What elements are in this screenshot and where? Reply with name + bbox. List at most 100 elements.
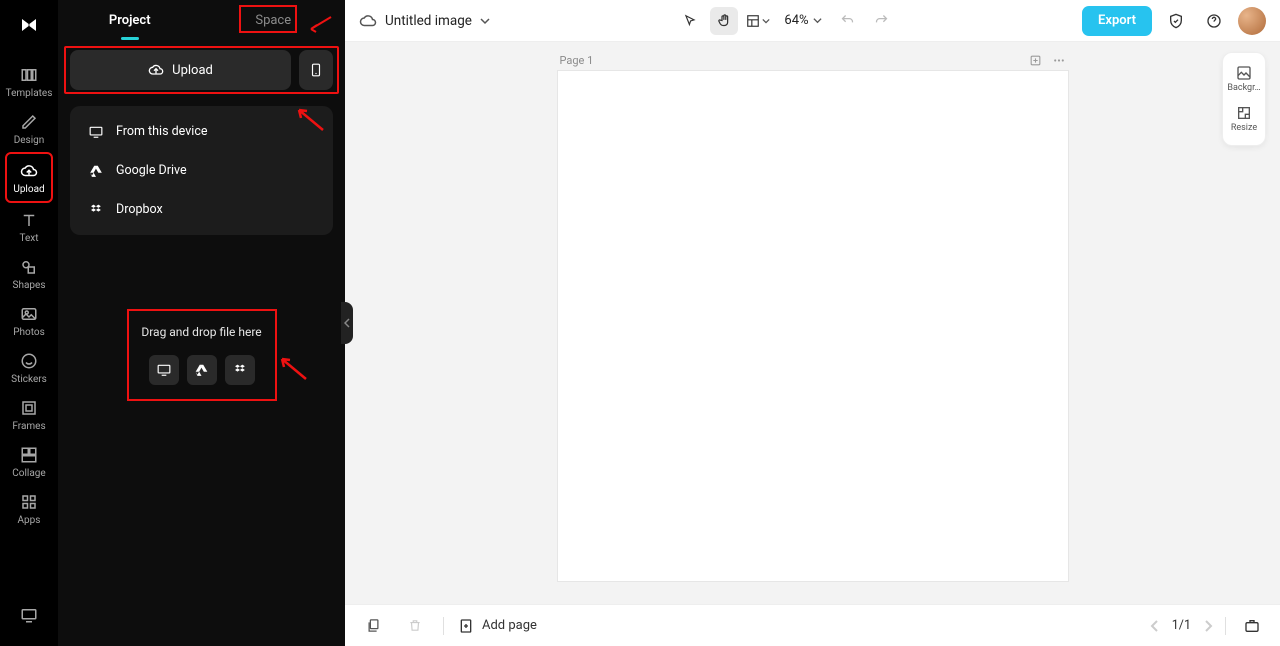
upload-button[interactable]: Upload <box>70 50 291 90</box>
shield-icon <box>1168 13 1184 29</box>
rail-stickers[interactable]: Stickers <box>5 344 53 391</box>
resize-icon <box>1236 105 1252 121</box>
google-drive-icon <box>194 363 209 377</box>
canvas-page[interactable] <box>558 71 1068 581</box>
briefcase-icon <box>1244 618 1260 634</box>
rail-label: Upload <box>13 184 44 195</box>
pages-icon <box>366 618 381 633</box>
redo-button[interactable] <box>868 7 896 35</box>
drop-zone-icons <box>129 355 275 385</box>
dropdown-label: Google Drive <box>116 163 187 178</box>
dropdown-dropbox[interactable]: Dropbox <box>70 190 333 229</box>
page-number-label: Page 1 <box>560 54 594 67</box>
app-logo[interactable] <box>14 10 44 40</box>
sparkle-icon <box>1029 54 1042 67</box>
hand-tool[interactable] <box>710 7 738 35</box>
rail-templates[interactable]: Templates <box>5 58 53 105</box>
design-icon <box>20 113 38 131</box>
shield-button[interactable] <box>1162 7 1190 35</box>
next-page-button[interactable] <box>1203 620 1213 632</box>
dropbox-icon <box>88 203 104 217</box>
float-label: Backgr… <box>1227 83 1260 93</box>
zoom-control[interactable]: 64% <box>784 13 821 28</box>
chevron-down-icon <box>480 16 490 26</box>
topbar: Untitled image 64% Export <box>345 0 1280 42</box>
present-button[interactable] <box>1238 612 1266 640</box>
duplicate-page-button[interactable] <box>359 612 387 640</box>
right-float-panel: Backgr… Resize <box>1222 52 1266 146</box>
drop-zone[interactable]: Drag and drop file here <box>127 309 277 401</box>
rail-design[interactable]: Design <box>5 105 53 152</box>
rail-apps[interactable]: Apps <box>5 485 53 532</box>
annotation-arrow-icon <box>307 15 333 33</box>
present-icon <box>20 606 38 624</box>
title-group[interactable]: Untitled image <box>359 12 490 30</box>
page-settings-button[interactable] <box>1029 54 1042 67</box>
add-page-icon <box>458 618 474 634</box>
drop-device-button[interactable] <box>149 355 179 385</box>
prev-page-button[interactable] <box>1150 620 1160 632</box>
drop-zone-text: Drag and drop file here <box>129 325 275 339</box>
undo-button[interactable] <box>834 7 862 35</box>
stickers-icon <box>20 352 38 370</box>
chevron-right-icon <box>1203 620 1213 632</box>
collage-icon <box>20 446 38 464</box>
rail-frames[interactable]: Frames <box>5 391 53 438</box>
frames-icon <box>20 399 38 417</box>
dropdown-google-drive[interactable]: Google Drive <box>70 151 333 190</box>
upload-panel: Project Space Upload From this device Go… <box>58 0 345 646</box>
float-label: Resize <box>1231 123 1257 133</box>
trash-icon <box>408 618 422 633</box>
drop-dropbox-button[interactable] <box>225 355 255 385</box>
monitor-icon <box>156 363 172 377</box>
export-button[interactable]: Export <box>1082 6 1152 36</box>
divider <box>1225 617 1226 635</box>
mobile-upload-button[interactable] <box>299 50 333 90</box>
undo-icon <box>840 13 855 28</box>
upload-button-label: Upload <box>172 63 213 78</box>
rail-shapes[interactable]: Shapes <box>5 250 53 297</box>
rail-label: Design <box>14 135 45 146</box>
rail-bottom[interactable] <box>5 598 53 630</box>
annotation-arrow-icon <box>293 106 327 134</box>
page-more-button[interactable] <box>1052 54 1066 67</box>
chevron-down-icon <box>813 16 822 25</box>
pager-text: 1/1 <box>1172 618 1191 633</box>
apps-icon <box>20 493 38 511</box>
rail-collage[interactable]: Collage <box>5 438 53 485</box>
more-icon <box>1052 54 1066 67</box>
panel-tabs: Project Space <box>58 0 345 40</box>
cursor-tool[interactable] <box>676 7 704 35</box>
rail-label: Text <box>19 233 38 244</box>
add-page-button[interactable]: Add page <box>458 618 537 634</box>
zoom-value: 64% <box>784 13 808 28</box>
avatar[interactable] <box>1238 7 1266 35</box>
background-button[interactable]: Backgr… <box>1223 59 1265 99</box>
tab-project[interactable]: Project <box>58 0 202 40</box>
monitor-icon <box>88 125 104 139</box>
rail-label: Collage <box>12 468 45 479</box>
help-button[interactable] <box>1200 7 1228 35</box>
bottombar: Add page 1/1 <box>345 604 1280 646</box>
chevron-down-icon <box>762 17 770 25</box>
layout-tool[interactable] <box>744 7 772 35</box>
dropdown-label: Dropbox <box>116 202 163 217</box>
dropdown-label: From this device <box>116 124 208 139</box>
templates-icon <box>20 66 38 84</box>
document-title: Untitled image <box>385 13 472 29</box>
resize-button[interactable]: Resize <box>1223 99 1265 139</box>
drop-gdrive-button[interactable] <box>187 355 217 385</box>
main-area: Untitled image 64% Export <box>345 0 1280 646</box>
delete-page-button[interactable] <box>401 612 429 640</box>
image-icon <box>1236 65 1252 81</box>
left-rail: Templates Design Upload Text Shapes Phot… <box>0 0 58 646</box>
shapes-icon <box>20 258 38 276</box>
annotation-arrow-icon <box>276 355 310 383</box>
upload-icon <box>20 162 38 180</box>
rail-label: Templates <box>6 88 53 99</box>
rail-photos[interactable]: Photos <box>5 297 53 344</box>
rail-text[interactable]: Text <box>5 203 53 250</box>
hand-icon <box>717 13 732 28</box>
rail-upload[interactable]: Upload <box>5 152 53 203</box>
help-icon <box>1206 13 1222 29</box>
